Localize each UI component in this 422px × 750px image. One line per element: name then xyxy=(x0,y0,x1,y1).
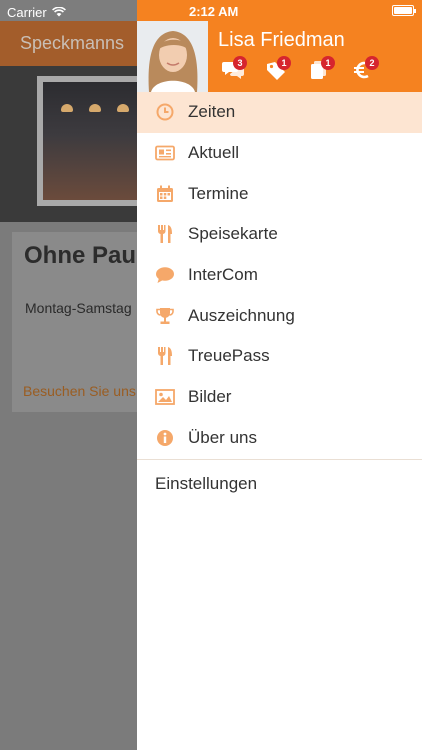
calendar-icon xyxy=(155,184,175,204)
menu-item-ueber-uns[interactable]: Über uns xyxy=(137,418,422,459)
tag-badge: 1 xyxy=(277,56,291,70)
menu-item-treuepass[interactable]: TreuePass xyxy=(137,336,422,377)
user-name: Lisa Friedman xyxy=(218,29,345,51)
menu-item-label: Aktuell xyxy=(188,143,240,163)
menu-item-bilder[interactable]: Bilder xyxy=(137,377,422,418)
menu-item-termine[interactable]: Termine xyxy=(137,173,422,214)
profile-header[interactable]: Lisa Friedman 3 1 1 2 xyxy=(137,21,422,93)
menu-item-label: Termine xyxy=(188,183,249,203)
clock-icon xyxy=(155,102,175,122)
tag-icon[interactable]: 1 xyxy=(265,56,291,82)
menu-item-label: Speisekarte xyxy=(188,224,278,244)
menu-item-aktuell[interactable]: Aktuell xyxy=(137,133,422,174)
chat-icon[interactable]: 3 xyxy=(221,56,247,82)
menu-item-label: Auszeichnung xyxy=(188,305,295,325)
trophy-icon xyxy=(155,306,175,326)
menu-item-label: TreuePass xyxy=(188,346,270,366)
menu-item-label: Zeiten xyxy=(188,102,236,122)
euro-badge: 2 xyxy=(365,56,379,70)
info-icon xyxy=(155,428,175,448)
coupon-badge: 1 xyxy=(321,56,335,70)
badge-icons: 3 1 1 2 xyxy=(221,56,379,82)
settings-item[interactable]: Einstellungen xyxy=(137,466,422,502)
background-app: Speckmanns Ohne Pau Montag-Samstag Besuc… xyxy=(0,0,137,750)
menu-divider xyxy=(137,459,422,460)
background-card-hours: Montag-Samstag xyxy=(25,300,132,316)
menu-item-speisekarte[interactable]: Speisekarte xyxy=(137,214,422,255)
menu-item-label: Bilder xyxy=(188,387,232,407)
menu-item-auszeichnung[interactable]: Auszeichnung xyxy=(137,295,422,336)
speech-bubble-icon xyxy=(155,265,175,285)
cutlery-icon xyxy=(155,346,175,366)
status-bar-left: Carrier xyxy=(0,0,137,21)
background-photo xyxy=(37,76,137,206)
menu-item-intercom[interactable]: InterCom xyxy=(137,255,422,296)
wifi-icon xyxy=(51,5,66,20)
status-bar: 2:12 AM xyxy=(137,0,422,21)
background-card-title: Ohne Pau xyxy=(24,242,137,269)
background-app-title: Speckmanns xyxy=(20,33,125,53)
status-time: 2:12 AM xyxy=(189,4,239,19)
battery-icon xyxy=(392,5,416,16)
menu-item-zeiten[interactable]: Zeiten xyxy=(137,92,422,133)
chat-badge: 3 xyxy=(233,56,247,70)
carrier-label: Carrier xyxy=(7,5,47,20)
image-icon xyxy=(155,387,175,407)
news-icon xyxy=(155,143,175,163)
avatar[interactable] xyxy=(137,21,208,92)
euro-icon[interactable]: 2 xyxy=(353,56,379,82)
coupon-icon[interactable]: 1 xyxy=(309,56,335,82)
menu-item-label: Über uns xyxy=(188,427,257,447)
navigation-drawer: 2:12 AM Lisa Friedman 3 1 1 2 Zeiten Akt… xyxy=(137,0,422,750)
background-card-link: Besuchen Sie uns xyxy=(23,383,136,399)
cutlery-icon xyxy=(155,224,175,244)
menu: Zeiten Aktuell Termine Speisekarte Inter… xyxy=(137,92,422,458)
menu-item-label: InterCom xyxy=(188,265,258,285)
